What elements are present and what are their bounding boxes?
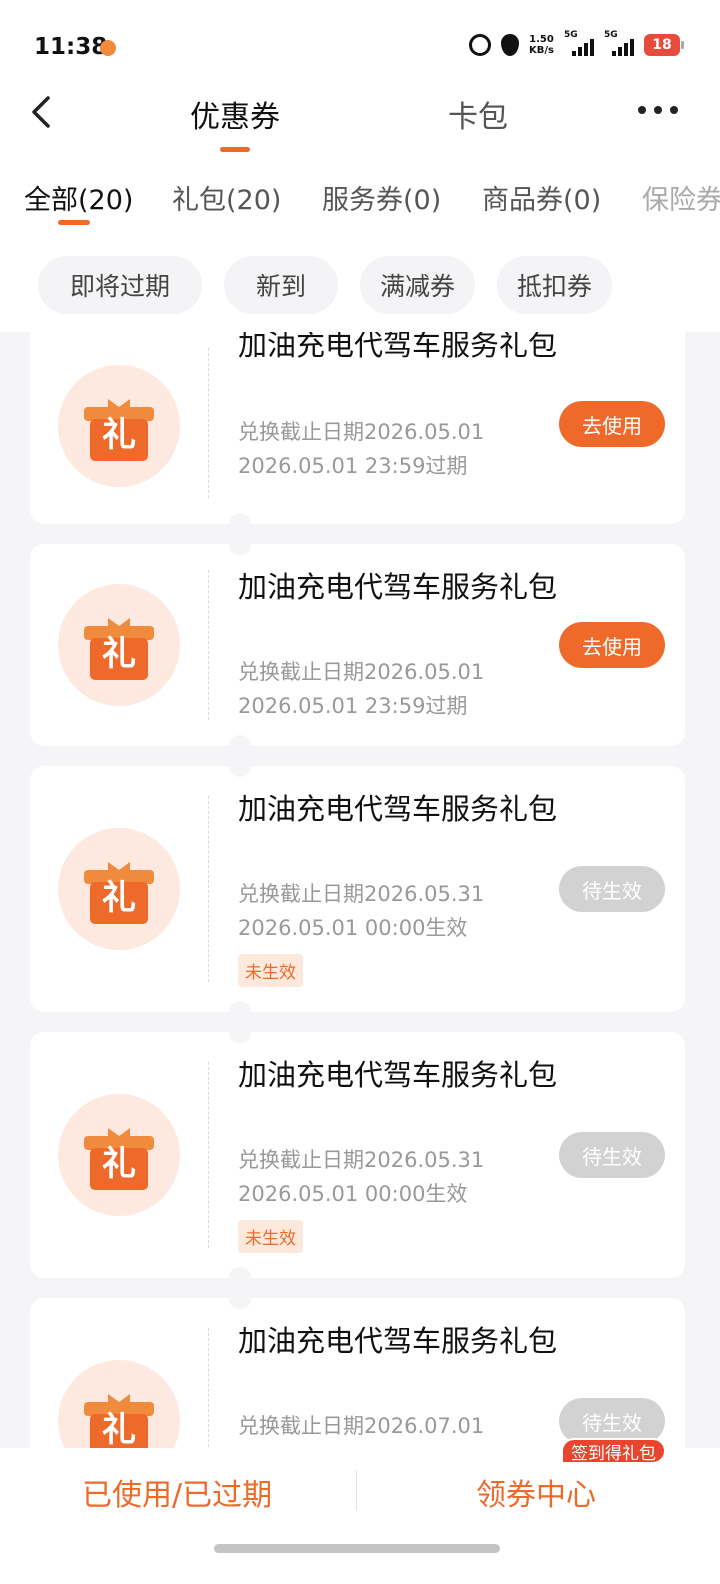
gift-char: 礼 — [102, 414, 136, 455]
coupon-card[interactable]: 礼 加油充电代驾车服务礼包 兑换截止日期2026.05.01 2026.05.0… — [30, 533, 685, 757]
category-active-indicator — [58, 220, 90, 225]
net-speed-unit: KB/s — [529, 45, 554, 56]
status-icons: 1.50 KB/s 5G 5G 18 — [469, 30, 684, 56]
active-tab-indicator — [220, 147, 250, 152]
header: 优惠券 卡包 — [0, 80, 720, 152]
category-tab-insurance[interactable]: 保险券 — [642, 178, 720, 217]
tab-card-pack-label: 卡包 — [448, 100, 508, 135]
signal-1-label: 5G — [564, 30, 578, 40]
tab-coupons-label: 优惠券 — [190, 100, 280, 135]
gift-char: 礼 — [102, 1143, 136, 1184]
filter-new-arrival[interactable]: 新到 — [224, 256, 338, 314]
status-badge: 未生效 — [238, 1220, 303, 1253]
gift-badge: 礼 — [58, 584, 180, 706]
app-notification-icon — [100, 40, 116, 56]
filter-discount[interactable]: 满减券 — [360, 256, 475, 314]
pending-button[interactable]: 待生效 — [559, 866, 665, 912]
coupon-deadline: 兑换截止日期2026.07.01 — [238, 1414, 485, 1438]
gift-badge: 礼 — [58, 1360, 180, 1448]
category-tab-gift[interactable]: 礼包(20) — [172, 178, 281, 217]
signal-2-label: 5G — [604, 30, 618, 40]
pending-button[interactable]: 待生效 — [559, 1132, 665, 1178]
coupon-expire: 2026.05.01 23:59过期 — [238, 694, 468, 718]
status-time: 11:38 — [34, 34, 108, 60]
more-options-icon[interactable] — [638, 104, 678, 116]
category-tab-service[interactable]: 服务券(0) — [322, 178, 441, 217]
coupon-deadline: 兑换截止日期2026.05.01 — [238, 660, 485, 684]
coupon-center-button[interactable]: 领券中心 — [476, 1470, 596, 1514]
tab-card-pack[interactable]: 卡包 — [448, 92, 508, 136]
coupon-deadline: 兑换截止日期2026.05.01 — [238, 420, 485, 444]
home-indicator[interactable] — [214, 1544, 500, 1553]
net-speed-value: 1.50 — [529, 34, 554, 45]
battery-icon: 18 — [644, 34, 684, 56]
location-icon — [501, 34, 520, 56]
bottom-bar: 已使用/已过期 领券中心 签到得礼包 — [0, 1438, 720, 1584]
coupon-title: 加油充电代驾车服务礼包 — [238, 332, 558, 362]
signal-icon-1: 5G — [564, 30, 594, 56]
category-tab-all[interactable]: 全部(20) — [24, 178, 133, 217]
coupon-deadline: 兑换截止日期2026.05.31 — [238, 1148, 485, 1172]
alarm-icon — [469, 34, 492, 56]
filter-expiring-soon[interactable]: 即将过期 — [38, 256, 202, 314]
checkin-gift-badge[interactable]: 签到得礼包 — [561, 1438, 666, 1464]
coupon-expire: 2026.05.01 00:00生效 — [238, 1182, 468, 1206]
coupon-expire: 2026.05.01 23:59过期 — [238, 454, 468, 478]
gift-badge: 礼 — [58, 828, 180, 950]
back-arrow-icon[interactable] — [24, 92, 64, 132]
gift-char: 礼 — [102, 633, 136, 674]
use-button[interactable]: 去使用 — [559, 622, 665, 668]
coupon-card[interactable]: 礼 加油充电代驾车服务礼包 兑换截止日期2026.07.01 待生效 — [30, 1287, 685, 1448]
net-speed: 1.50 KB/s — [529, 34, 554, 56]
coupon-card[interactable]: 礼 加油充电代驾车服务礼包 兑换截止日期2026.05.01 2026.05.0… — [30, 332, 685, 535]
coupon-card[interactable]: 礼 加油充电代驾车服务礼包 兑换截止日期2026.05.31 2026.05.0… — [30, 755, 685, 1023]
coupon-title: 加油充电代驾车服务礼包 — [238, 570, 558, 604]
filter-deduction[interactable]: 抵扣券 — [497, 256, 612, 314]
gift-char: 礼 — [102, 1409, 136, 1449]
gift-badge: 礼 — [58, 1094, 180, 1216]
tab-coupons[interactable]: 优惠券 — [190, 92, 280, 152]
gift-badge: 礼 — [58, 365, 180, 487]
gift-char: 礼 — [102, 877, 136, 918]
use-button[interactable]: 去使用 — [559, 401, 665, 447]
coupon-list: 礼 加油充电代驾车服务礼包 兑换截止日期2026.05.01 2026.05.0… — [0, 332, 720, 1448]
status-badge: 未生效 — [238, 954, 303, 987]
coupon-title: 加油充电代驾车服务礼包 — [238, 792, 558, 826]
coupon-card[interactable]: 礼 加油充电代驾车服务礼包 兑换截止日期2026.05.31 2026.05.0… — [30, 1021, 685, 1289]
coupon-title: 加油充电代驾车服务礼包 — [238, 1058, 558, 1092]
category-tab-goods[interactable]: 商品券(0) — [482, 178, 601, 217]
coupon-deadline: 兑换截止日期2026.05.31 — [238, 882, 485, 906]
signal-icon-2: 5G — [604, 30, 634, 56]
divider — [356, 1470, 357, 1510]
coupon-expire: 2026.05.01 00:00生效 — [238, 916, 468, 940]
used-expired-button[interactable]: 已使用/已过期 — [82, 1470, 272, 1514]
coupon-title: 加油充电代驾车服务礼包 — [238, 1324, 558, 1358]
category-tabs: 全部(20) 礼包(20) 服务券(0) 商品券(0) 保险券 — [0, 178, 720, 234]
